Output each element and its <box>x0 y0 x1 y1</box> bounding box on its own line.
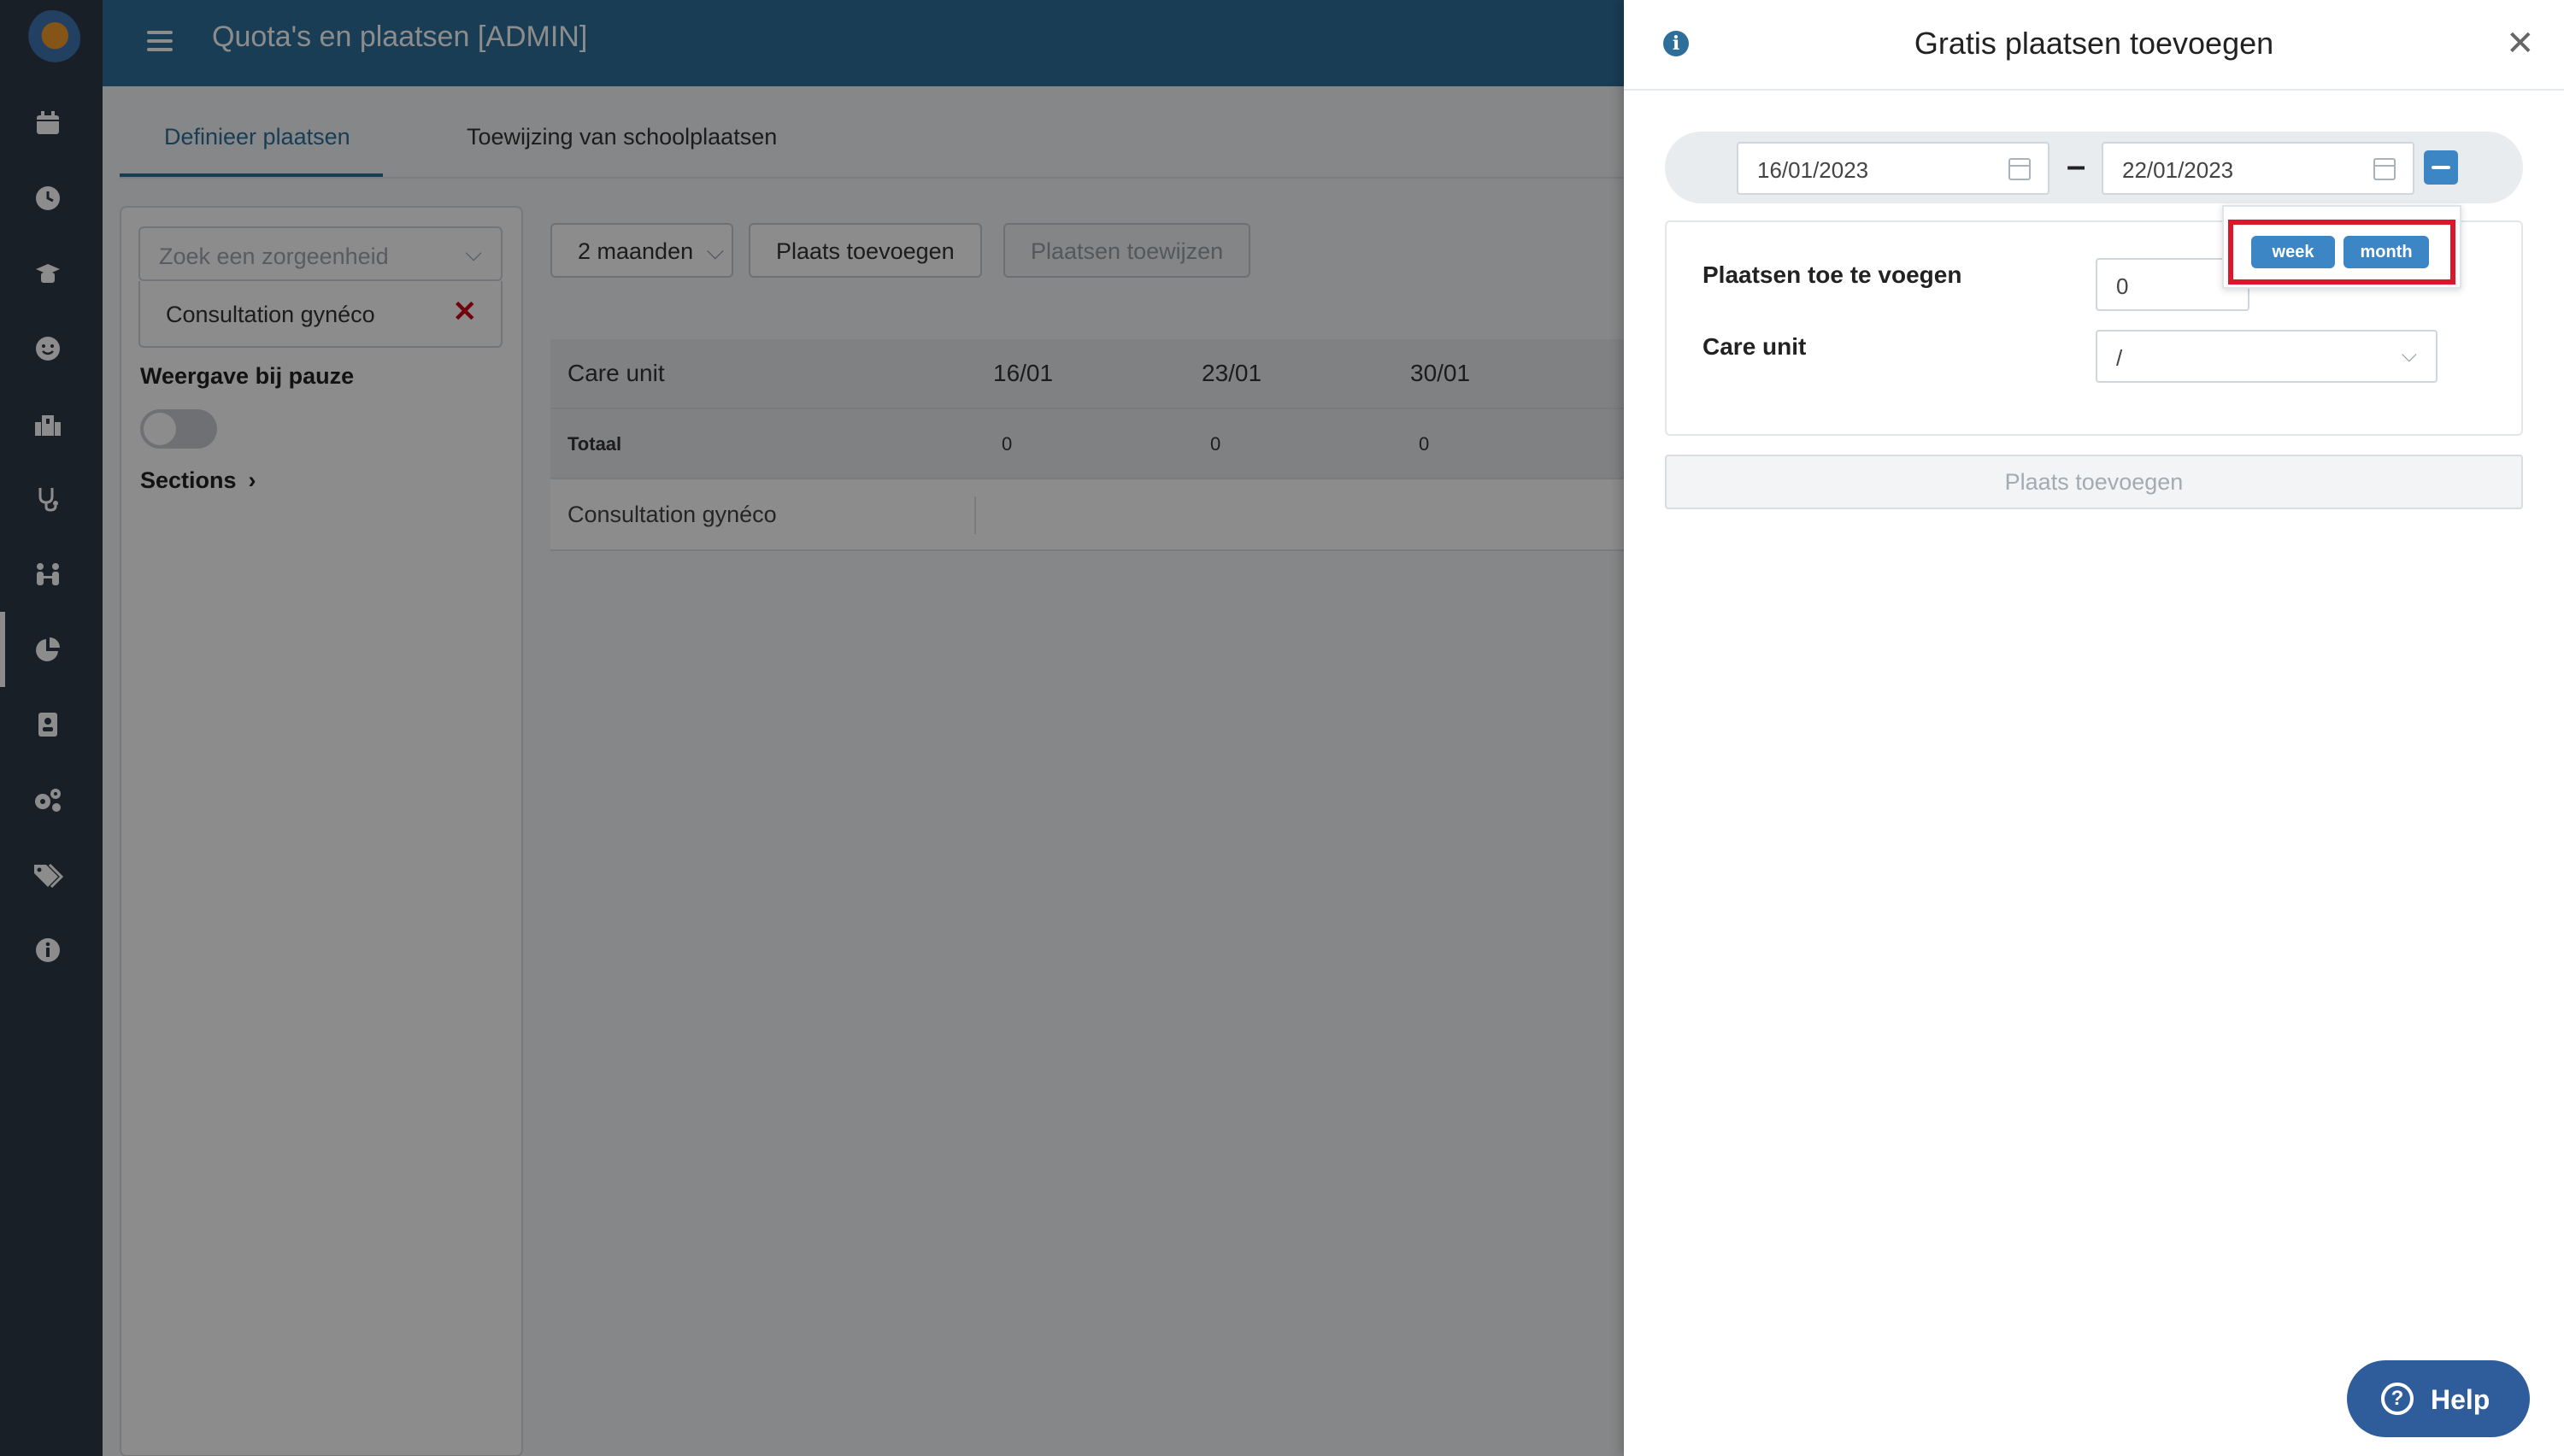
submit-add-place-button[interactable]: Plaats toevoegen <box>1665 455 2523 509</box>
highlight-box <box>2228 220 2455 285</box>
collapse-presets-button[interactable] <box>2424 150 2458 185</box>
calendar-icon <box>2373 158 2396 180</box>
end-date-value: 22/01/2023 <box>2122 157 2234 183</box>
date-range-bar: 16/01/2023 – 22/01/2023 <box>1665 132 2523 203</box>
start-date-value: 16/01/2023 <box>1757 157 1869 183</box>
drawer-header: i Gratis plaatsen toevoegen ✕ <box>1624 0 2564 91</box>
places-to-add-value: 0 <box>2116 273 2129 299</box>
care-unit-value: / <box>2116 345 2123 371</box>
care-unit-label: Care unit <box>1702 333 1807 360</box>
help-label: Help <box>2431 1384 2490 1415</box>
date-range-separator: – <box>2067 147 2086 185</box>
calendar-icon <box>2008 158 2031 180</box>
question-icon: ? <box>2381 1383 2414 1415</box>
help-button[interactable]: ? Help <box>2347 1360 2530 1437</box>
start-date-input[interactable]: 16/01/2023 <box>1737 142 2049 195</box>
places-to-add-label: Plaatsen toe te voegen <box>1702 261 1962 288</box>
add-free-places-drawer: i Gratis plaatsen toevoegen ✕ 16/01/2023… <box>1624 0 2564 1456</box>
modal-backdrop[interactable] <box>0 0 1624 1456</box>
end-date-input[interactable]: 22/01/2023 <box>2102 142 2414 195</box>
chevron-down-icon: ⌵ <box>2401 343 2417 367</box>
close-icon[interactable]: ✕ <box>2506 24 2535 63</box>
drawer-title: Gratis plaatsen toevoegen <box>1914 26 2274 61</box>
care-unit-select[interactable]: / ⌵ <box>2096 330 2438 383</box>
